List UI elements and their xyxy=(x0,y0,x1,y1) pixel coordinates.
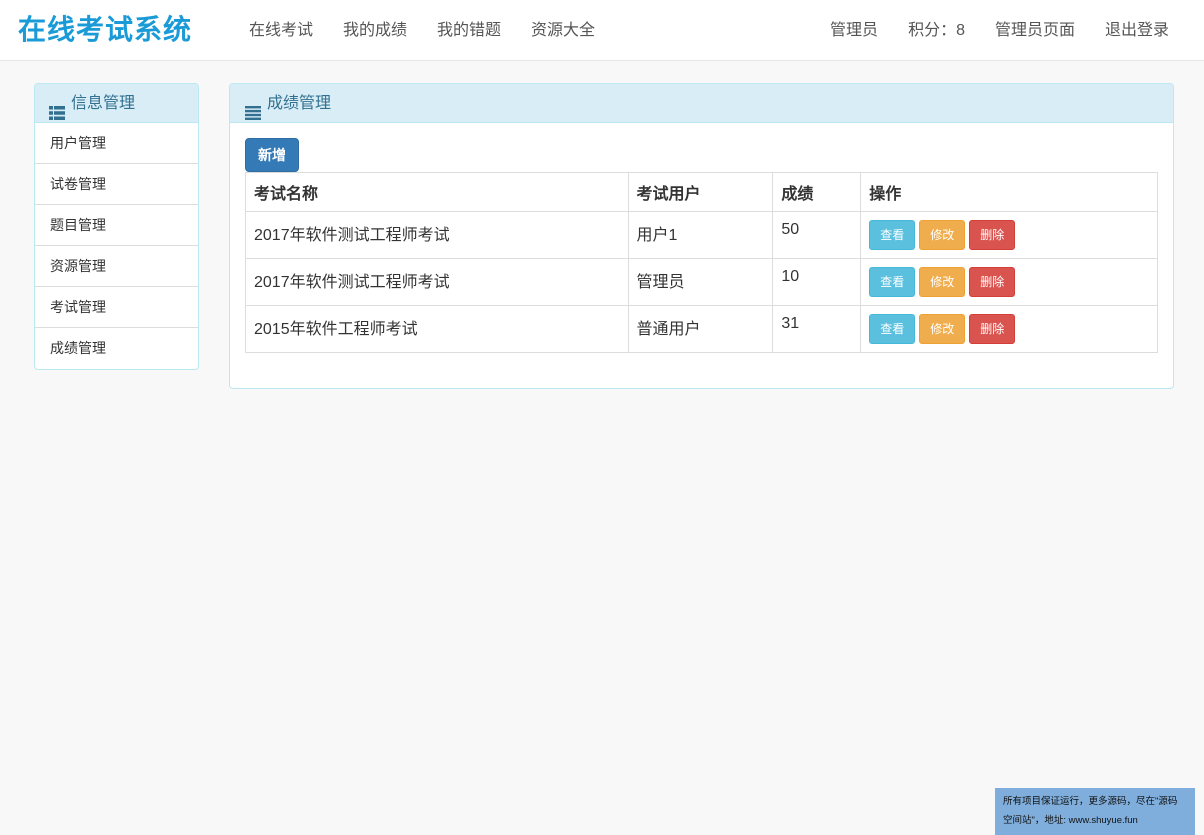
cell-exam-name: 2017年软件测试工程师考试 xyxy=(245,258,629,306)
sidebar-item-exams[interactable]: 考试管理 xyxy=(35,287,198,328)
sidebar-item-papers[interactable]: 试卷管理 xyxy=(35,164,198,205)
sidebar-item-grades[interactable]: 成绩管理 xyxy=(35,328,198,369)
header-score: 成绩 xyxy=(772,172,862,212)
cell-exam-user: 普通用户 xyxy=(627,305,774,353)
watermark-line-1: 所有项目保证运行，更多源码，尽在"源码 xyxy=(1003,796,1178,807)
cell-actions: 查看 修改 删除 xyxy=(860,211,1158,259)
user-nav: 管理员 积分：8 管理员页面 退出登录 xyxy=(815,0,1184,61)
brand-logo[interactable]: 在线考试系统 xyxy=(18,10,192,50)
cell-actions: 查看 修改 删除 xyxy=(860,305,1158,353)
cell-exam-name: 2017年软件测试工程师考试 xyxy=(245,211,629,259)
table-row: 2015年软件工程师考试 普通用户 31 查看 修改 删除 xyxy=(245,305,1158,353)
view-button[interactable]: 查看 xyxy=(869,220,916,250)
header-actions: 操作 xyxy=(860,172,1158,212)
cell-score: 10 xyxy=(772,258,862,306)
add-button[interactable]: 新增 xyxy=(245,138,299,172)
header-exam-name: 考试名称 xyxy=(245,172,629,212)
table-row: 2017年软件测试工程师考试 用户1 50 查看 修改 删除 xyxy=(245,211,1158,259)
grades-title: 成绩管理 xyxy=(267,94,332,112)
menu-icon xyxy=(245,96,261,120)
cell-exam-user: 管理员 xyxy=(627,258,774,306)
sidebar-item-resources[interactable]: 资源管理 xyxy=(35,246,198,287)
top-navbar: 在线考试系统 在线考试 我的成绩 我的错题 资源大全 管理员 积分：8 管理员页… xyxy=(0,0,1204,61)
cell-exam-user: 用户1 xyxy=(627,211,774,259)
nav-resources[interactable]: 资源大全 xyxy=(516,0,610,61)
watermark-notice: 所有项目保证运行，更多源码，尽在"源码 空间站"，地址: www.shuyue.… xyxy=(995,788,1195,835)
points-display: 积分：8 xyxy=(908,22,965,39)
edit-button[interactable]: 修改 xyxy=(919,267,966,297)
admin-page-link[interactable]: 管理员页面 xyxy=(980,0,1090,61)
view-button[interactable]: 查看 xyxy=(869,314,916,344)
main-nav: 在线考试 我的成绩 我的错题 资源大全 xyxy=(234,0,610,61)
sidebar-heading: 信息管理 xyxy=(35,84,198,123)
sidebar-title: 信息管理 xyxy=(71,94,136,112)
list-icon xyxy=(49,96,65,120)
grades-heading: 成绩管理 xyxy=(230,84,1173,123)
edit-button[interactable]: 修改 xyxy=(919,220,966,250)
edit-button[interactable]: 修改 xyxy=(919,314,966,344)
cell-score: 50 xyxy=(772,211,862,259)
cell-exam-name: 2015年软件工程师考试 xyxy=(245,305,629,353)
sidebar-item-questions[interactable]: 题目管理 xyxy=(35,205,198,246)
grades-panel: 成绩管理 新增 考试名称 考试用户 成绩 操作 2017年软件测试工程师考试 用… xyxy=(229,83,1174,389)
nav-my-grades[interactable]: 我的成绩 xyxy=(328,0,422,61)
sidebar-panel: 信息管理 用户管理 试卷管理 题目管理 资源管理 考试管理 成绩管理 xyxy=(34,83,199,370)
cell-score: 31 xyxy=(772,305,862,353)
user-name-link[interactable]: 管理员 xyxy=(815,0,893,61)
view-button[interactable]: 查看 xyxy=(869,267,916,297)
table-header-row: 考试名称 考试用户 成绩 操作 xyxy=(245,172,1158,212)
nav-online-exam[interactable]: 在线考试 xyxy=(234,0,328,61)
watermark-line-2: 空间站"，地址: www.shuyue.fun xyxy=(1003,815,1138,826)
header-exam-user: 考试用户 xyxy=(627,172,774,212)
delete-button[interactable]: 删除 xyxy=(969,267,1016,297)
grades-table: 考试名称 考试用户 成绩 操作 2017年软件测试工程师考试 用户1 50 查看… xyxy=(245,172,1158,353)
delete-button[interactable]: 删除 xyxy=(969,220,1016,250)
logout-link[interactable]: 退出登录 xyxy=(1090,0,1184,61)
cell-actions: 查看 修改 删除 xyxy=(860,258,1158,306)
table-row: 2017年软件测试工程师考试 管理员 10 查看 修改 删除 xyxy=(245,258,1158,306)
sidebar-item-users[interactable]: 用户管理 xyxy=(35,123,198,164)
nav-my-mistakes[interactable]: 我的错题 xyxy=(422,0,516,61)
delete-button[interactable]: 删除 xyxy=(969,314,1016,344)
